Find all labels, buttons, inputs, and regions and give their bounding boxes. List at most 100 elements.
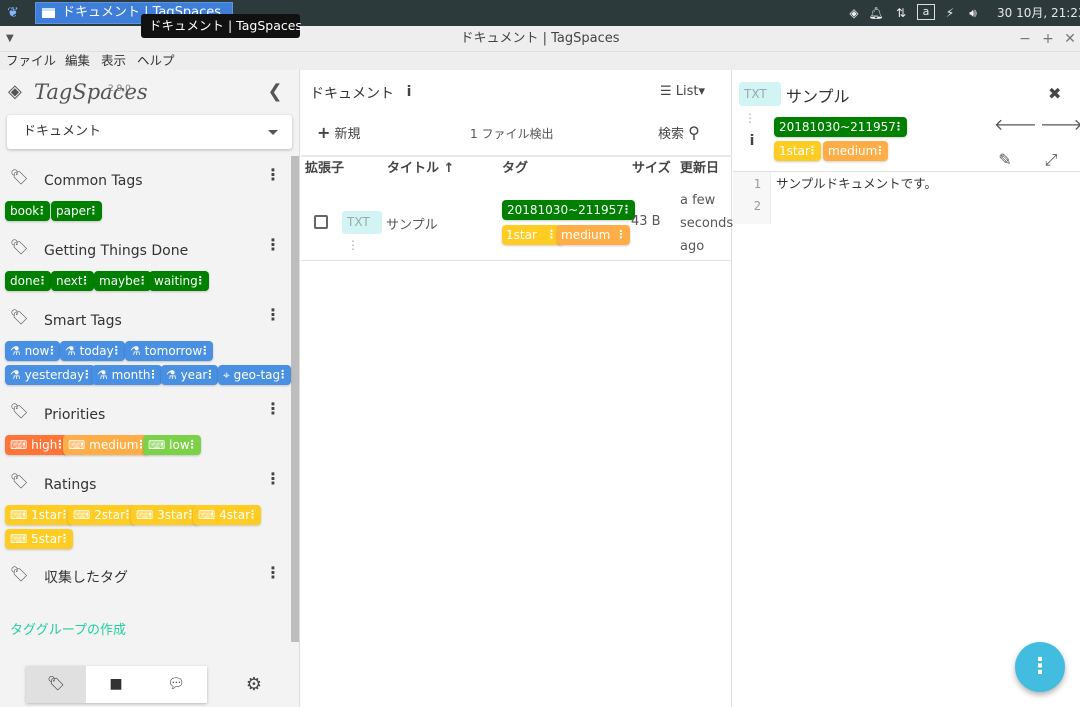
group-menu-button[interactable]: ⋮ bbox=[265, 236, 281, 254]
tag-1star[interactable]: ⌨ 1star ⋮ bbox=[5, 505, 74, 525]
menu-edit[interactable]: 編集 bbox=[65, 53, 90, 69]
col-size[interactable]: サイズ bbox=[632, 161, 671, 177]
tag-maybe[interactable]: maybe ⋮ bbox=[94, 271, 152, 291]
row-tag-1star[interactable]: 1star ⋮ bbox=[502, 225, 563, 245]
menu-help[interactable]: ヘルプ bbox=[137, 53, 175, 69]
network-icon[interactable]: ⇅ bbox=[892, 4, 910, 22]
search-button[interactable]: 検索 ⚲ bbox=[658, 123, 700, 142]
ext-badge[interactable]: TXT ⋮ bbox=[342, 211, 382, 252]
group-menu-button[interactable]: ⋮ bbox=[265, 400, 281, 418]
tag-geo-tag[interactable]: ⌖ geo-tag ⋮ bbox=[218, 365, 292, 385]
window-menu-icon[interactable]: ▼ bbox=[6, 33, 14, 44]
ext-label: TXT bbox=[347, 215, 370, 229]
tag-label: done bbox=[10, 274, 40, 288]
edit-icon[interactable]: ✎ bbox=[994, 149, 1016, 171]
file-title[interactable]: サンプル bbox=[386, 214, 438, 233]
power-icon[interactable]: ⚡︎ bbox=[941, 4, 959, 22]
info-icon[interactable]: i bbox=[746, 133, 758, 149]
new-label: 新規 bbox=[334, 127, 361, 142]
close-preview-icon[interactable]: ✖ bbox=[1048, 84, 1061, 103]
tag-5star[interactable]: ⌨ 5star ⋮ bbox=[5, 529, 74, 549]
preview-tag-medium[interactable]: medium ⋮ bbox=[823, 141, 889, 161]
sidebar-tabs: 🏷︎ ■ 💬︎ bbox=[26, 666, 207, 703]
tag-label: maybe bbox=[99, 274, 141, 288]
location-select-value: ドキュメント bbox=[23, 124, 102, 139]
tag-3star[interactable]: ⌨ 3star ⋮ bbox=[131, 505, 200, 525]
preview-tag-1star[interactable]: 1star ⋮ bbox=[774, 141, 821, 161]
notification-icon[interactable]: 🔔︎ bbox=[868, 4, 884, 22]
tag-low[interactable]: ⌨ low ⋮ bbox=[143, 435, 201, 455]
tooltip: ドキュメント | TagSpaces bbox=[141, 14, 302, 38]
folder-tab[interactable]: ■ bbox=[86, 666, 146, 703]
menu-view[interactable]: 表示 bbox=[101, 53, 126, 69]
settings-icon[interactable]: ⚙ bbox=[240, 673, 268, 697]
tag-done[interactable]: done ⋮ bbox=[5, 271, 51, 291]
tag-group-title[interactable]: Smart Tags bbox=[44, 312, 122, 330]
tag-high[interactable]: ⌨ high ⋮ bbox=[5, 435, 69, 455]
tag-book[interactable]: book ⋮ bbox=[5, 201, 51, 221]
editor-content[interactable]: サンプルドキュメントです。 bbox=[776, 173, 937, 195]
tag-today[interactable]: ⚗︎ today ⋮ bbox=[60, 341, 125, 361]
view-mode-button[interactable]: ☰ List▾ bbox=[660, 84, 705, 99]
col-extension[interactable]: 拡張子 bbox=[305, 161, 344, 177]
row-checkbox[interactable] bbox=[314, 215, 328, 229]
volume-icon[interactable]: 🔊︎ bbox=[964, 4, 982, 22]
col-title-label: タイトル bbox=[387, 161, 440, 176]
collapse-sidebar-button[interactable]: ❮ bbox=[265, 82, 285, 102]
col-title[interactable]: タイトル ↑ bbox=[387, 161, 454, 177]
menu-file[interactable]: ファイル bbox=[6, 53, 56, 69]
tag-next[interactable]: next ⋮ bbox=[51, 271, 94, 291]
tags-icon: 🏷︎ bbox=[10, 238, 30, 256]
tag-group-title[interactable]: 収集したタグ bbox=[44, 569, 128, 587]
tag-label: year bbox=[180, 368, 208, 382]
preview-ext-badge[interactable]: TXT ⋮ bbox=[739, 82, 781, 125]
col-modified[interactable]: 更新日 bbox=[680, 161, 719, 177]
preview-title[interactable]: サンプル bbox=[786, 83, 850, 107]
tag-2star[interactable]: ⌨ 2star ⋮ bbox=[68, 505, 137, 525]
tag-label: paper bbox=[56, 204, 91, 218]
tags-icon: 🏷︎ bbox=[10, 565, 30, 583]
prev-file-icon[interactable]: 🡐 bbox=[994, 114, 1037, 136]
keyboard-icon[interactable]: a bbox=[917, 4, 935, 20]
tag-yesterday[interactable]: ⚗︎ yesterday ⋮ bbox=[5, 365, 96, 385]
tags-icon: 🏷︎ bbox=[10, 472, 30, 490]
tag-now[interactable]: ⚗︎ now ⋮ bbox=[5, 341, 61, 361]
row-tag-medium[interactable]: medium ⋮ bbox=[557, 225, 631, 245]
group-menu-button[interactable]: ⋮ bbox=[265, 564, 281, 582]
group-menu-button[interactable]: ⋮ bbox=[265, 166, 281, 184]
tagspaces-tray-icon[interactable]: ◈ bbox=[845, 4, 863, 22]
fullscreen-icon[interactable]: ⤢ bbox=[1040, 149, 1062, 171]
sidebar-scrollbar[interactable] bbox=[291, 156, 299, 642]
more-actions-button[interactable]: ⋮ bbox=[1015, 642, 1065, 692]
tag-paper[interactable]: paper ⋮ bbox=[51, 201, 102, 221]
tag-group-title[interactable]: Getting Things Done bbox=[44, 242, 188, 260]
start-menu-icon[interactable]: ❦ bbox=[4, 4, 22, 22]
tag-waiting[interactable]: waiting ⋮ bbox=[149, 271, 209, 291]
create-tag-group-link[interactable]: タググループの作成 bbox=[10, 622, 126, 640]
tag-group-title[interactable]: Ratings bbox=[44, 476, 96, 494]
tag-medium[interactable]: ⌨ medium ⋮ bbox=[63, 435, 150, 455]
minimize-button[interactable]: − bbox=[1016, 29, 1034, 49]
group-menu-button[interactable]: ⋮ bbox=[265, 306, 281, 324]
tag-group-title[interactable]: Common Tags bbox=[44, 172, 143, 190]
clock[interactable]: 30 10月, 21:23 bbox=[997, 4, 1080, 22]
info-icon[interactable]: i bbox=[402, 84, 416, 100]
tags-tab[interactable]: 🏷︎ bbox=[26, 666, 86, 703]
tag-group-title[interactable]: Priorities bbox=[44, 406, 105, 424]
new-file-button[interactable]: + 新規 bbox=[317, 123, 361, 142]
location-select[interactable]: ドキュメント bbox=[7, 115, 292, 149]
tag-month[interactable]: ⚗︎ month ⋮ bbox=[92, 365, 162, 385]
col-tags[interactable]: タグ bbox=[502, 161, 528, 177]
tag-4star[interactable]: ⌨ 4star ⋮ bbox=[193, 505, 262, 525]
tag-year[interactable]: ⚗︎ year ⋮ bbox=[161, 365, 219, 385]
preview-tag-date[interactable]: 20181030~211957 ⋮ bbox=[774, 117, 907, 137]
tag-label: tomorrow bbox=[144, 344, 203, 358]
maximize-button[interactable]: + bbox=[1039, 29, 1057, 49]
next-file-icon[interactable]: 🡒 bbox=[1040, 114, 1080, 136]
tag-tomorrow[interactable]: ⚗︎ tomorrow ⋮ bbox=[125, 341, 214, 361]
row-tag-date[interactable]: 20181030~211957 ⋮ bbox=[502, 200, 635, 220]
close-window-button[interactable]: ✕ bbox=[1061, 29, 1079, 49]
chat-tab[interactable]: 💬︎ bbox=[146, 666, 206, 703]
version-label: 2.9.0 bbox=[108, 84, 131, 94]
group-menu-button[interactable]: ⋮ bbox=[265, 470, 281, 488]
